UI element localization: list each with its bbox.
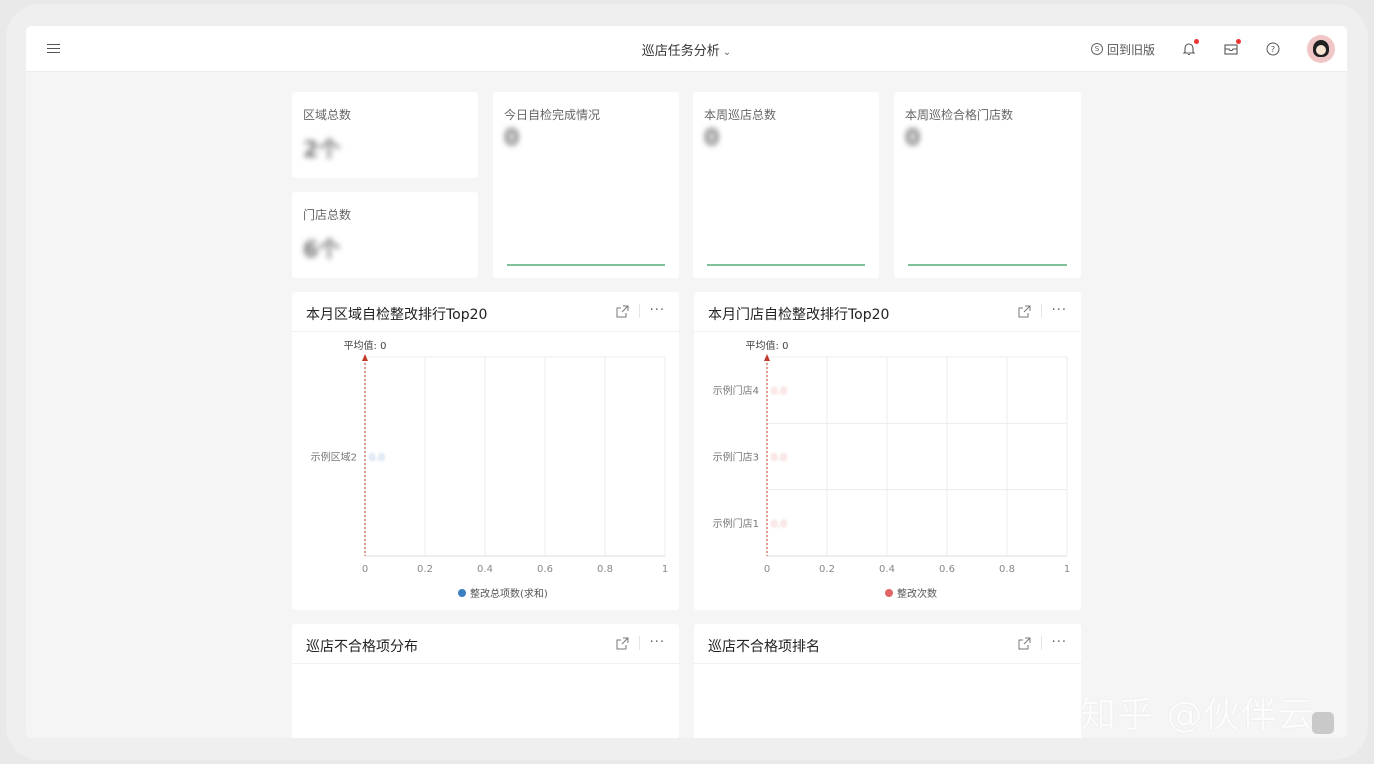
store-rank-chart: 0 0.2 0.4 0.6 0.8 1 示例门店4 0.0 示例门店3 0.0 示例门店1 0.0 平均… — [713, 339, 1071, 600]
kpi-card-week-pass-stores[interactable]: 本周巡检合格门店数 0 — [894, 92, 1081, 278]
legend: 整改次数 — [885, 587, 937, 600]
header-tools: S 回到旧版 ? — [1090, 35, 1335, 63]
x-tick-label: 0.4 — [879, 564, 895, 575]
page-title: 巡店任务分析 — [641, 44, 720, 59]
bar-data-label: 0.0 — [771, 519, 787, 530]
kpi-value: 2个 — [303, 138, 341, 163]
panel-fail-distribution: 巡店不合格项分布 ··· — [292, 624, 679, 738]
average-label: 平均值: 0 — [344, 339, 387, 352]
chevron-down-icon: ⌄ — [722, 47, 732, 58]
divider — [638, 304, 640, 318]
kpi-value: 0 — [905, 126, 921, 151]
kpi-value: 0 — [704, 126, 720, 151]
more-options-icon[interactable]: ··· — [650, 304, 665, 317]
x-tick-label: 0.2 — [417, 564, 433, 575]
x-tick-label: 0.4 — [477, 564, 493, 575]
panel-store-rank: 本月门店自检整改排行Top20 ··· 0 0.2 0.4 0.6 0.8 1 示例门店4 0… — [694, 292, 1081, 610]
legend-label: 整改次数 — [897, 587, 937, 600]
expand-icon[interactable] — [1018, 637, 1031, 650]
panel-title: 本月区域自检整改排行Top20 — [306, 307, 488, 323]
panel-header: 巡店不合格项排名 ··· — [694, 624, 1081, 664]
panel-header: 本月门店自检整改排行Top20 ··· — [694, 292, 1081, 332]
expand-icon[interactable] — [616, 305, 629, 318]
more-options-icon[interactable]: ··· — [1052, 636, 1067, 649]
expand-icon[interactable] — [616, 637, 629, 650]
inbox-icon[interactable] — [1223, 39, 1241, 57]
back-to-old-version-button[interactable]: S 回到旧版 — [1090, 41, 1155, 58]
x-tick-label: 1 — [1064, 564, 1070, 575]
legend-label: 整改总项数(求和) — [470, 587, 548, 600]
kpi-value: 0 — [504, 126, 520, 151]
panel-header: 本月区域自检整改排行Top20 ··· — [292, 292, 679, 332]
switch-icon: S — [1090, 43, 1103, 55]
kpi-label: 本周巡店总数 — [704, 108, 777, 122]
panel-actions: ··· — [616, 636, 665, 650]
panel-fail-ranking: 巡店不合格项排名 ··· — [694, 624, 1081, 738]
y-category-label: 示例门店4 — [713, 384, 759, 397]
user-avatar[interactable] — [1307, 35, 1335, 63]
kpi-card-store-total[interactable]: 门店总数 6个 — [292, 192, 478, 278]
panel-header: 巡店不合格项分布 ··· — [292, 624, 679, 664]
y-category-label: 示例区域2 — [311, 451, 357, 464]
more-options-icon[interactable]: ··· — [1052, 304, 1067, 317]
kpi-value: 6个 — [303, 238, 341, 263]
sparkline — [908, 264, 1067, 266]
x-tick-label: 0 — [362, 564, 368, 575]
top-bar: 巡店任务分析 ⌄ S 回到旧版 ? — [26, 26, 1347, 72]
sparkline — [707, 264, 865, 266]
legend: 整改总项数(求和) — [458, 587, 548, 600]
expand-icon[interactable] — [1018, 305, 1031, 318]
x-tick-label: 1 — [662, 564, 668, 575]
kpi-label: 门店总数 — [303, 208, 352, 222]
divider — [638, 636, 640, 650]
kpi-label: 本周巡检合格门店数 — [905, 108, 1014, 122]
x-tick-label: 0.8 — [999, 564, 1015, 575]
panel-title: 巡店不合格项排名 — [708, 639, 820, 655]
panel-region-rank: 本月区域自检整改排行Top20 ··· 0 0.2 0.4 0.6 0.8 1 示例区域2 0… — [292, 292, 679, 610]
corner-button[interactable] — [1312, 712, 1334, 734]
y-category-label: 示例门店1 — [713, 517, 759, 530]
notification-dot — [1194, 39, 1199, 44]
kpi-card-week-patrol-total[interactable]: 本周巡店总数 0 — [693, 92, 879, 278]
kpi-label: 今日自检完成情况 — [504, 108, 601, 122]
average-label: 平均值: 0 — [746, 339, 789, 352]
x-tick-label: 0.2 — [819, 564, 835, 575]
x-tick-label: 0.6 — [939, 564, 955, 575]
panel-title: 本月门店自检整改排行Top20 — [708, 307, 890, 323]
svg-text:?: ? — [1271, 45, 1275, 54]
inbox-dot — [1236, 39, 1241, 44]
region-rank-chart: 0 0.2 0.4 0.6 0.8 1 示例区域2 0.0 平均值: 0 整改总项数(求和) — [311, 339, 669, 600]
panel-actions: ··· — [1018, 304, 1067, 318]
sparkline — [507, 264, 665, 266]
divider — [1040, 636, 1042, 650]
kpi-card-today-selfcheck[interactable]: 今日自检完成情况 0 — [493, 92, 679, 278]
legend-marker — [885, 589, 893, 597]
app-screen: 巡店任务分析 ⌄ S 回到旧版 ? 区域总数 2个 门店总数 6个 今日自检完成… — [26, 26, 1347, 738]
panel-actions: ··· — [1018, 636, 1067, 650]
panel-actions: ··· — [616, 304, 665, 318]
y-category-label: 示例门店3 — [713, 451, 759, 464]
more-options-icon[interactable]: ··· — [650, 636, 665, 649]
x-tick-label: 0.8 — [597, 564, 613, 575]
kpi-card-region-total[interactable]: 区域总数 2个 — [292, 92, 478, 178]
legend-marker — [458, 589, 466, 597]
notification-bell-icon[interactable] — [1181, 39, 1199, 57]
back-to-old-label: 回到旧版 — [1106, 42, 1155, 57]
x-tick-label: 0 — [764, 564, 770, 575]
kpi-label: 区域总数 — [303, 108, 352, 122]
x-tick-label: 0.6 — [537, 564, 553, 575]
divider — [1040, 304, 1042, 318]
bar-data-label: 0.0 — [771, 453, 787, 464]
bar-data-label: 0.0 — [771, 386, 787, 397]
help-icon[interactable]: ? — [1265, 41, 1281, 57]
bar-data-label: 0.0 — [369, 453, 385, 464]
panel-title: 巡店不合格项分布 — [306, 639, 418, 655]
watermark: 知乎 @伙伴云 — [1080, 695, 1315, 736]
